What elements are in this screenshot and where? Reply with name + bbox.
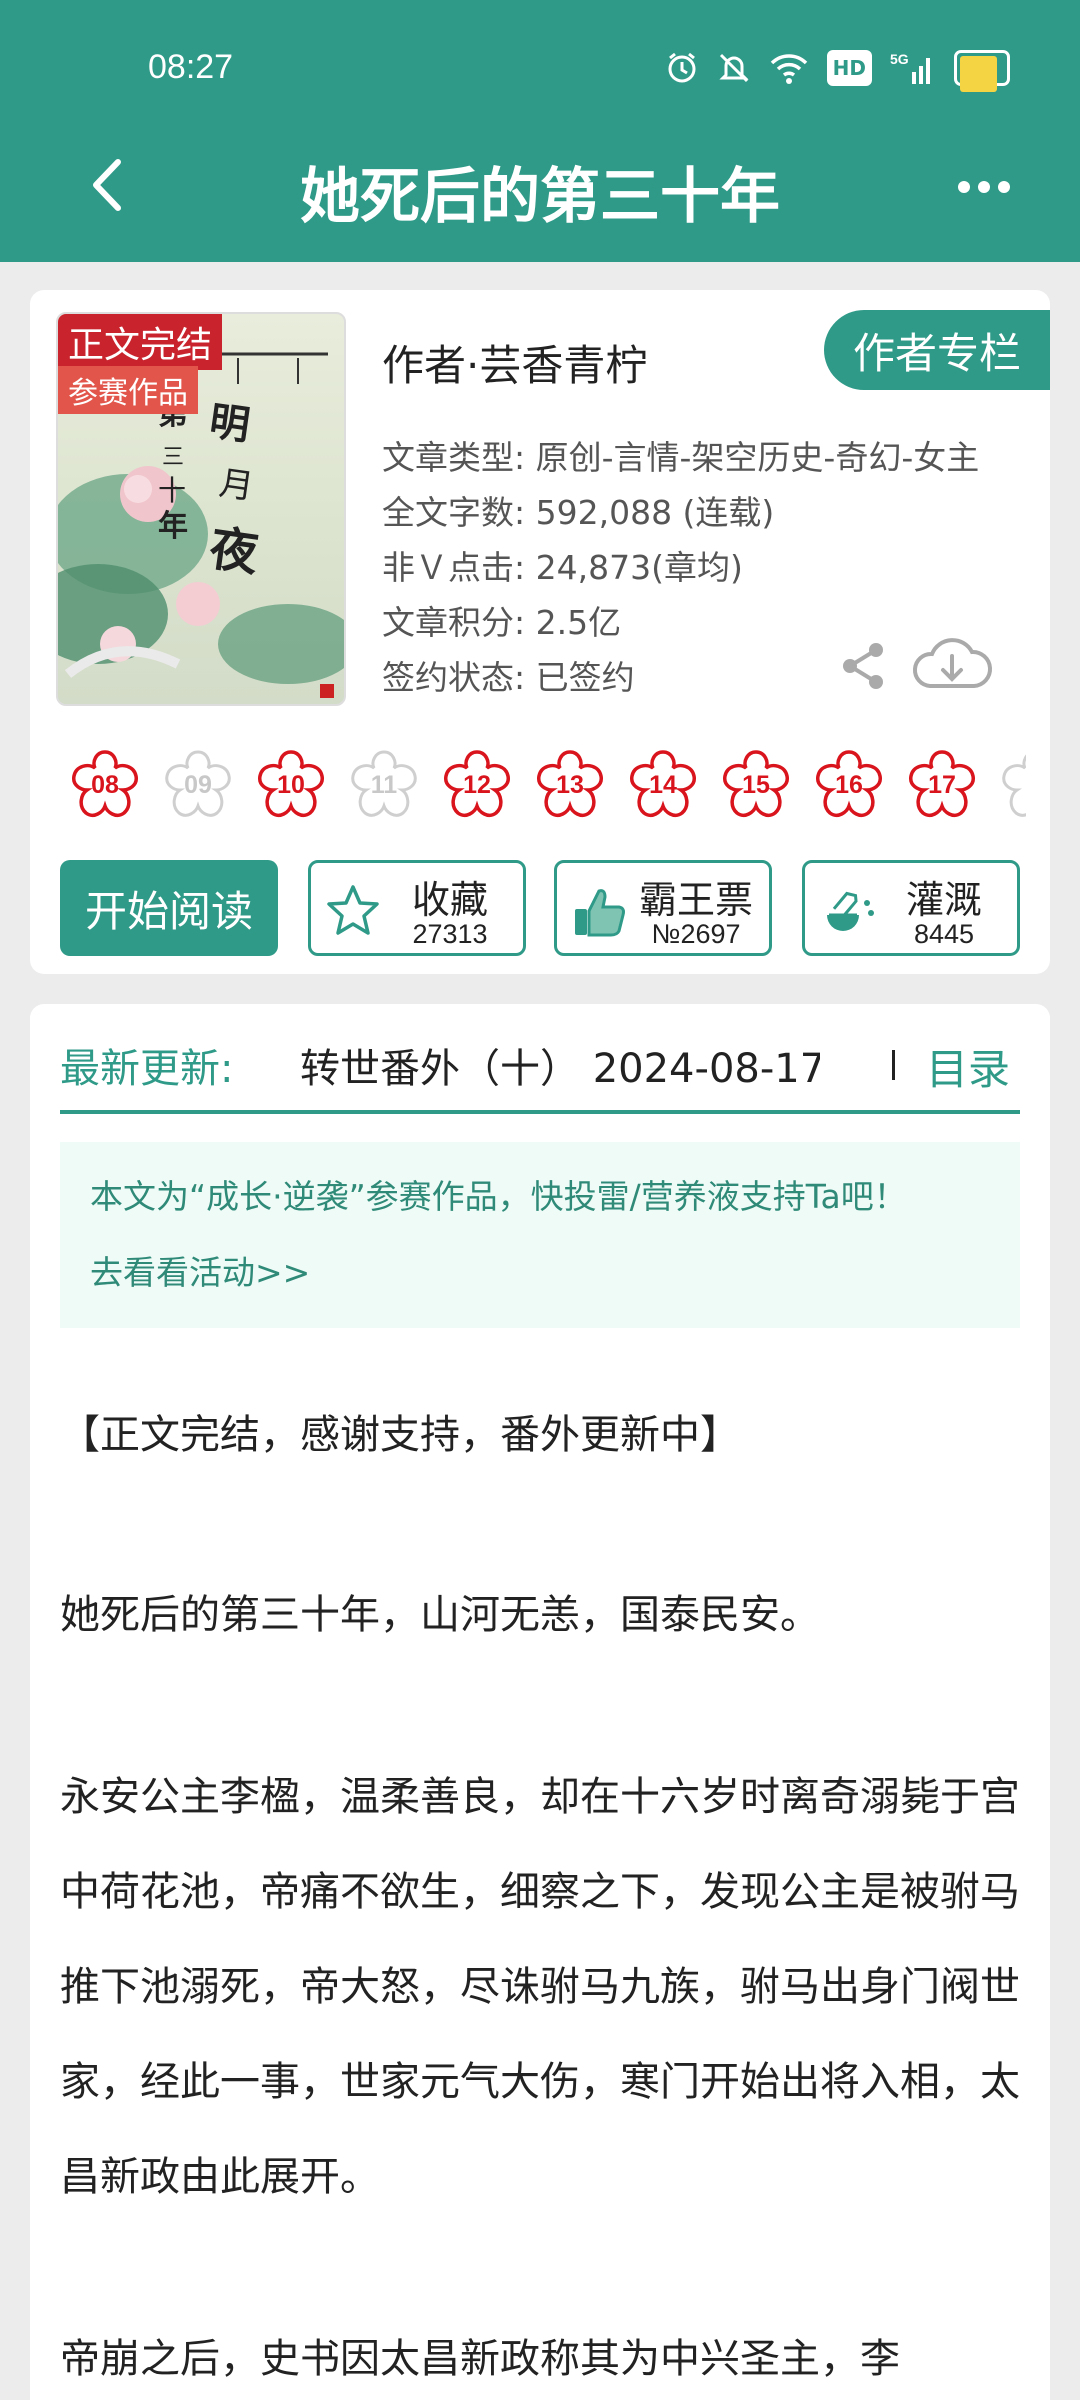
svg-text:明: 明 (207, 397, 253, 449)
flower-label: 15 (742, 770, 770, 799)
author-name[interactable]: 作者·芸香青柠 (382, 332, 647, 393)
cover-completed-tag: 正文完结 (58, 314, 223, 370)
back-button[interactable] (78, 150, 138, 220)
favorite-label: 收藏 (411, 878, 488, 922)
watering-flask-icon (827, 891, 874, 931)
meta-clicks: 非Ｖ点击: 24,873(章均) (382, 548, 743, 587)
alarm-icon (665, 50, 699, 86)
status-icons: HD 5G (665, 50, 1010, 92)
divider (892, 1050, 895, 1080)
more-button[interactable] (944, 162, 1024, 212)
start-reading-button[interactable]: 开始阅读 (60, 860, 278, 956)
mute-icon (717, 50, 751, 86)
flower-label: 14 (649, 770, 677, 799)
status-time: 08:27 (148, 48, 234, 86)
share-button[interactable] (836, 638, 892, 694)
svg-text:月: 月 (217, 463, 256, 507)
flower-label: 09 (184, 770, 212, 799)
action-buttons: 开始阅读 收藏 27313 霸王票 №2697 灌溉 8445 (60, 860, 1020, 956)
ticket-rank: №2697 (651, 919, 741, 949)
irrigate-label: 灌溉 (905, 878, 982, 922)
flower-label: 17 (928, 770, 956, 799)
more-horizontal-icon (958, 181, 1010, 193)
flower-label: 11 (370, 770, 398, 799)
notice-text: 本文为“成长·逆袭”参赛作品，快投雷/营养液支持Ta吧！ (90, 1177, 907, 1216)
intro-paragraph: 她死后的第三十年，山河无恙，国泰民安。 (60, 1592, 820, 1638)
flower-label: 08 (91, 770, 119, 799)
flower-16[interactable]: 16 (810, 746, 888, 824)
overlord-ticket-button[interactable]: 霸王票 №2697 (554, 860, 772, 956)
flower-rating-row: 08 09 10 11 12 13 14 15 16 17 (66, 746, 1026, 830)
book-introduction: 【正文完结，感谢支持，番外更新中】 她死后的第三十年，山河无恙，国泰民安。 永安… (60, 1388, 1020, 2400)
ticket-label: 霸王票 (638, 878, 753, 922)
flower-17[interactable]: 17 (903, 746, 981, 824)
favorite-button[interactable]: 收藏 27313 (308, 860, 526, 956)
view-activity-link[interactable]: 去看看活动>> (90, 1246, 310, 1294)
latest-update-row[interactable]: 最新更新: 转世番外（十） 2024-08-17 目录 (60, 1026, 1020, 1114)
network-label: 5G (890, 51, 909, 67)
flower-label (996, 746, 1026, 824)
intro-paragraph: 永安公主李楹，温柔善良，却在十六岁时离奇溺毙于宫中荷花池，帝痛不欲生，细察之下，… (60, 1774, 1020, 2200)
battery-level (960, 56, 997, 92)
latest-chapter-marquee[interactable]: 转世番外（十） 2024-08-17 (300, 1036, 820, 1094)
battery-icon (954, 50, 1010, 92)
chevron-left-icon (93, 159, 121, 211)
svg-text:十: 十 (158, 474, 186, 507)
hd-icon: HD (826, 50, 872, 86)
app-header: 08:27 HD 5G 她死后的第三十年 (0, 0, 1080, 262)
cloud-download-icon (913, 638, 992, 688)
contest-notice: 本文为“成长·逆袭”参赛作品，快投雷/营养液支持Ta吧！ 去看看活动>> (60, 1142, 1020, 1328)
share-icon (843, 643, 883, 689)
svg-text:年: 年 (158, 509, 188, 544)
flower-label: 10 (277, 770, 305, 799)
irrigate-button[interactable]: 灌溉 8445 (802, 860, 1020, 956)
star-icon (327, 885, 379, 935)
svg-text:三: 三 (162, 445, 184, 470)
cover-contest-tag: 参赛作品 (58, 366, 198, 414)
irrigate-count: 8445 (913, 919, 975, 949)
meta-genre: 文章类型: 原创-言情-架空历史-奇幻-女主 (382, 438, 980, 477)
intro-paragraph: 【正文完结，感谢支持，番外更新中】 (60, 1412, 740, 1458)
page-title: 她死后的第三十年 (300, 162, 780, 232)
thumbs-up-icon (575, 889, 625, 937)
favorite-count: 27313 (412, 919, 488, 949)
book-info-card: 明 月 夜 第 三 十 年 正文完结 参赛作品 作者·芸香青柠 作者专栏 文章类… (30, 290, 1050, 974)
flower-10[interactable]: 10 (252, 746, 330, 824)
table-of-contents-button[interactable]: 目录 (926, 1036, 1010, 1097)
signal-5g-icon: 5G (890, 50, 936, 86)
battery-frame (954, 50, 1010, 92)
flower-15[interactable]: 15 (717, 746, 795, 824)
wifi-icon (769, 50, 809, 86)
flower-13[interactable]: 13 (531, 746, 609, 824)
flower-14[interactable]: 14 (624, 746, 702, 824)
flower-12[interactable]: 12 (438, 746, 516, 824)
flower-partial[interactable] (996, 746, 1026, 824)
flower-08[interactable]: 08 (66, 746, 144, 824)
flower-label: 16 (835, 770, 863, 799)
flower-label: 13 (556, 770, 584, 799)
intro-paragraph: 帝崩之后，史书因太昌新政称其为中兴圣主，李 (60, 2336, 900, 2382)
author-column-button[interactable]: 作者专栏 (824, 310, 1050, 390)
meta-word-count: 全文字数: 592,088 (连载) (382, 493, 775, 532)
book-cover[interactable]: 明 月 夜 第 三 十 年 正文完结 参赛作品 (56, 312, 346, 706)
flower-11[interactable]: 11 (345, 746, 423, 824)
svg-text:夜: 夜 (205, 520, 262, 582)
flower-label: 12 (463, 770, 491, 799)
download-button[interactable] (910, 630, 994, 700)
latest-update-label: 最新更新: (60, 1046, 234, 1092)
content-card: 最新更新: 转世番外（十） 2024-08-17 目录 本文为“成长·逆袭”参赛… (30, 1004, 1050, 2400)
flower-09[interactable]: 09 (159, 746, 237, 824)
